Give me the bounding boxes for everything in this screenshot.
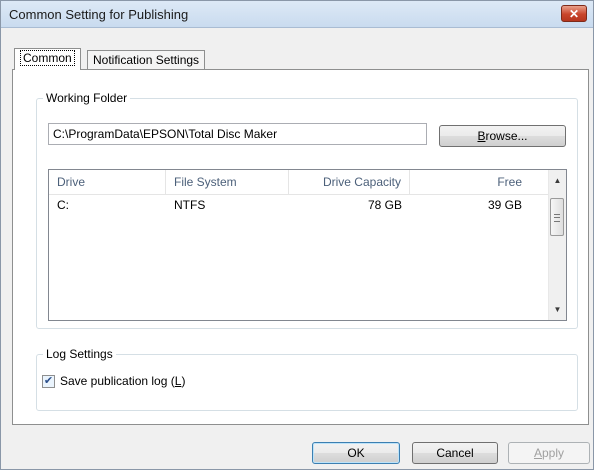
browse-button-label-key: B	[477, 129, 486, 143]
tab-common[interactable]: Common	[14, 48, 81, 70]
column-drive-capacity[interactable]: Drive Capacity	[289, 170, 410, 194]
log-settings-title: Log Settings	[43, 347, 116, 361]
ok-button[interactable]: OK	[312, 442, 400, 464]
save-log-label-pre: Save publication log (	[60, 374, 175, 388]
cell-drive: C:	[57, 198, 69, 212]
window-title: Common Setting for Publishing	[9, 7, 189, 22]
scrollbar-thumb[interactable]	[550, 198, 564, 236]
browse-button[interactable]: Browse...	[439, 125, 566, 147]
drive-list[interactable]: Drive File System Drive Capacity Free C:…	[48, 169, 567, 321]
save-log-label-post: )	[181, 374, 186, 388]
apply-button-key: A	[533, 446, 542, 460]
apply-button[interactable]: Apply	[508, 442, 590, 464]
apply-button-rest: pply	[542, 446, 565, 460]
working-folder-title: Working Folder	[43, 91, 131, 105]
scroll-down-arrow-icon[interactable]: ▼	[549, 301, 566, 318]
checkmark-icon: ✔	[43, 375, 54, 387]
column-free[interactable]: Free	[410, 170, 530, 194]
scroll-up-arrow-icon[interactable]: ▲	[549, 172, 566, 189]
tab-notification-settings[interactable]: Notification Settings	[87, 50, 206, 70]
save-log-label[interactable]: Save publication log (L)	[60, 374, 185, 388]
cancel-button[interactable]: Cancel	[412, 442, 498, 464]
cell-file-system: NTFS	[174, 198, 206, 212]
column-file-system[interactable]: File System	[166, 170, 289, 194]
browse-button-label-post: rowse...	[485, 129, 528, 143]
close-button[interactable]: ✕	[561, 5, 587, 22]
tab-panel-common: Working Folder C:\ProgramData\EPSON\Tota…	[12, 69, 589, 425]
close-icon: ✕	[568, 7, 580, 21]
title-bar[interactable]: Common Setting for Publishing ✕	[1, 1, 593, 28]
save-log-checkbox[interactable]: ✔	[42, 375, 55, 388]
table-row[interactable]: C: NTFS 78 GB 39 GB	[49, 195, 557, 215]
tab-notification-settings-label: Notification Settings	[93, 53, 200, 67]
cell-free: 39 GB	[487, 198, 522, 212]
working-folder-path-field[interactable]: C:\ProgramData\EPSON\Total Disc Maker	[48, 123, 427, 145]
drive-list-scrollbar[interactable]: ▲ ▼	[548, 170, 566, 320]
tab-common-label: Common	[20, 50, 75, 66]
dialog-window: Common Setting for Publishing ✕ Common N…	[0, 0, 594, 470]
cell-drive-capacity: 78 GB	[367, 198, 402, 212]
column-drive[interactable]: Drive	[49, 170, 166, 194]
drive-list-header: Drive File System Drive Capacity Free	[49, 170, 557, 195]
grip-icon	[554, 214, 560, 222]
